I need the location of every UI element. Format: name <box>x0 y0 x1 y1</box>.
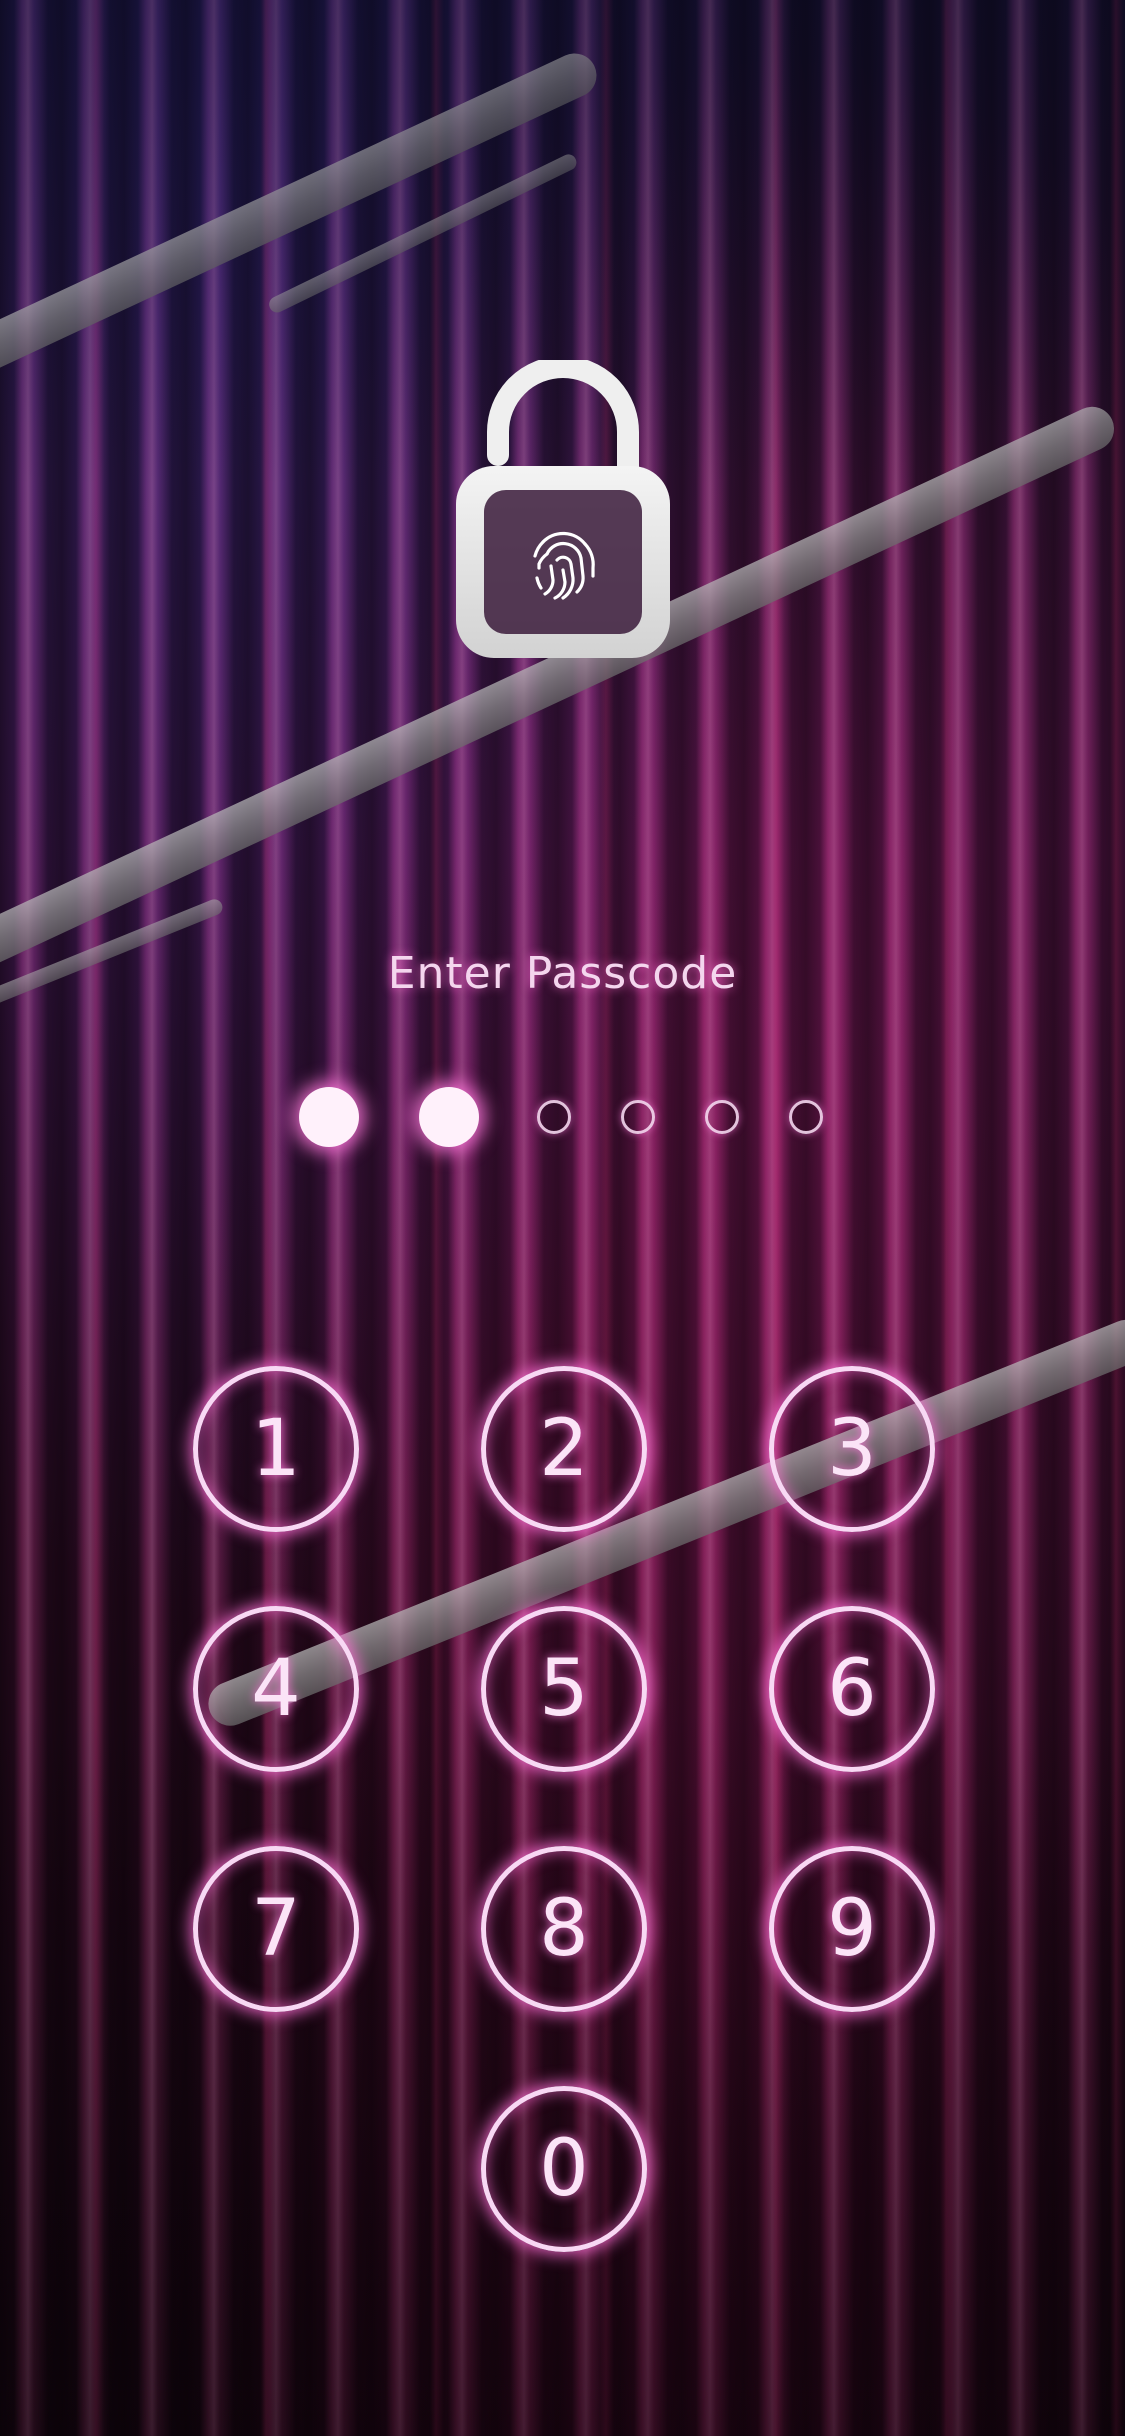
page-title: Enter Passcode <box>387 948 738 999</box>
passcode-dot-filled <box>419 1087 479 1147</box>
key-digit: 7 <box>251 1884 301 1974</box>
keypad-key-0[interactable]: 0 <box>481 2086 647 2252</box>
key-digit: 0 <box>539 2124 589 2214</box>
keypad-key-9[interactable]: 9 <box>769 1846 935 2012</box>
passcode-dot-empty <box>621 1100 655 1134</box>
passcode-indicator <box>0 1085 1125 1149</box>
key-digit: 3 <box>827 1404 877 1494</box>
keypad-key-3[interactable]: 3 <box>769 1366 935 1532</box>
key-digit: 8 <box>539 1884 589 1974</box>
key-digit: 6 <box>827 1644 877 1734</box>
key-digit: 1 <box>251 1404 301 1494</box>
keypad-key-7[interactable]: 7 <box>193 1846 359 2012</box>
key-digit: 9 <box>827 1884 877 1974</box>
key-digit: 2 <box>539 1404 589 1494</box>
keypad-key-4[interactable]: 4 <box>193 1606 359 1772</box>
keypad-key-2[interactable]: 2 <box>481 1366 647 1532</box>
passcode-dot-empty <box>705 1100 739 1134</box>
keypad-key-1[interactable]: 1 <box>193 1366 359 1532</box>
key-digit: 5 <box>539 1644 589 1734</box>
passcode-dot-filled <box>299 1087 359 1147</box>
keypad-key-5[interactable]: 5 <box>481 1606 647 1772</box>
keypad-key-6[interactable]: 6 <box>769 1606 935 1772</box>
key-digit: 4 <box>251 1644 301 1734</box>
unlocked-padlock-fingerprint-icon <box>456 360 670 658</box>
passcode-dot-empty <box>537 1100 571 1134</box>
keypad-key-8[interactable]: 8 <box>481 1846 647 2012</box>
passcode-dot-empty <box>789 1100 823 1134</box>
